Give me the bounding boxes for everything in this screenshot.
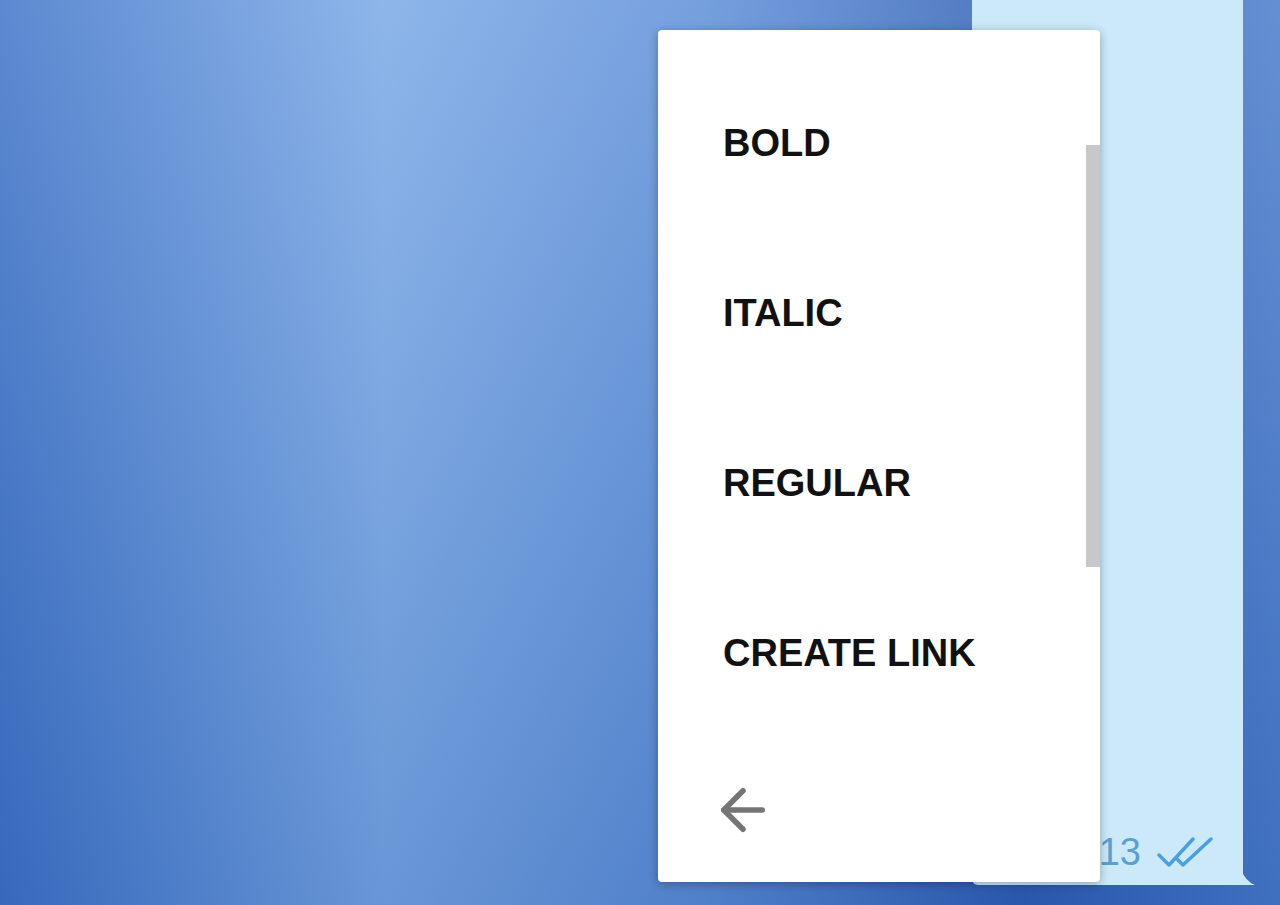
chat-screen: 13BOLDITALICREGULARCREATE LINK — [0, 0, 1280, 905]
menu-item[interactable]: REGULAR — [658, 398, 1100, 568]
menu-item[interactable]: BOLD — [658, 58, 1100, 228]
back-button[interactable] — [658, 738, 1100, 882]
message-time: 13 — [1099, 833, 1141, 871]
menu-item[interactable]: CREATE LINK — [658, 568, 1100, 738]
arrow-left-icon — [710, 777, 776, 843]
context-menu: BOLDITALICREGULARCREATE LINK — [658, 30, 1100, 882]
double-check-icon — [1157, 835, 1215, 869]
menu-scrollbar — [1086, 145, 1100, 805]
scrollbar-thumb[interactable] — [1086, 145, 1100, 567]
message-meta: 13 — [1099, 833, 1215, 871]
bubble-tail-icon — [1241, 869, 1255, 885]
menu-item[interactable]: ITALIC — [658, 228, 1100, 398]
